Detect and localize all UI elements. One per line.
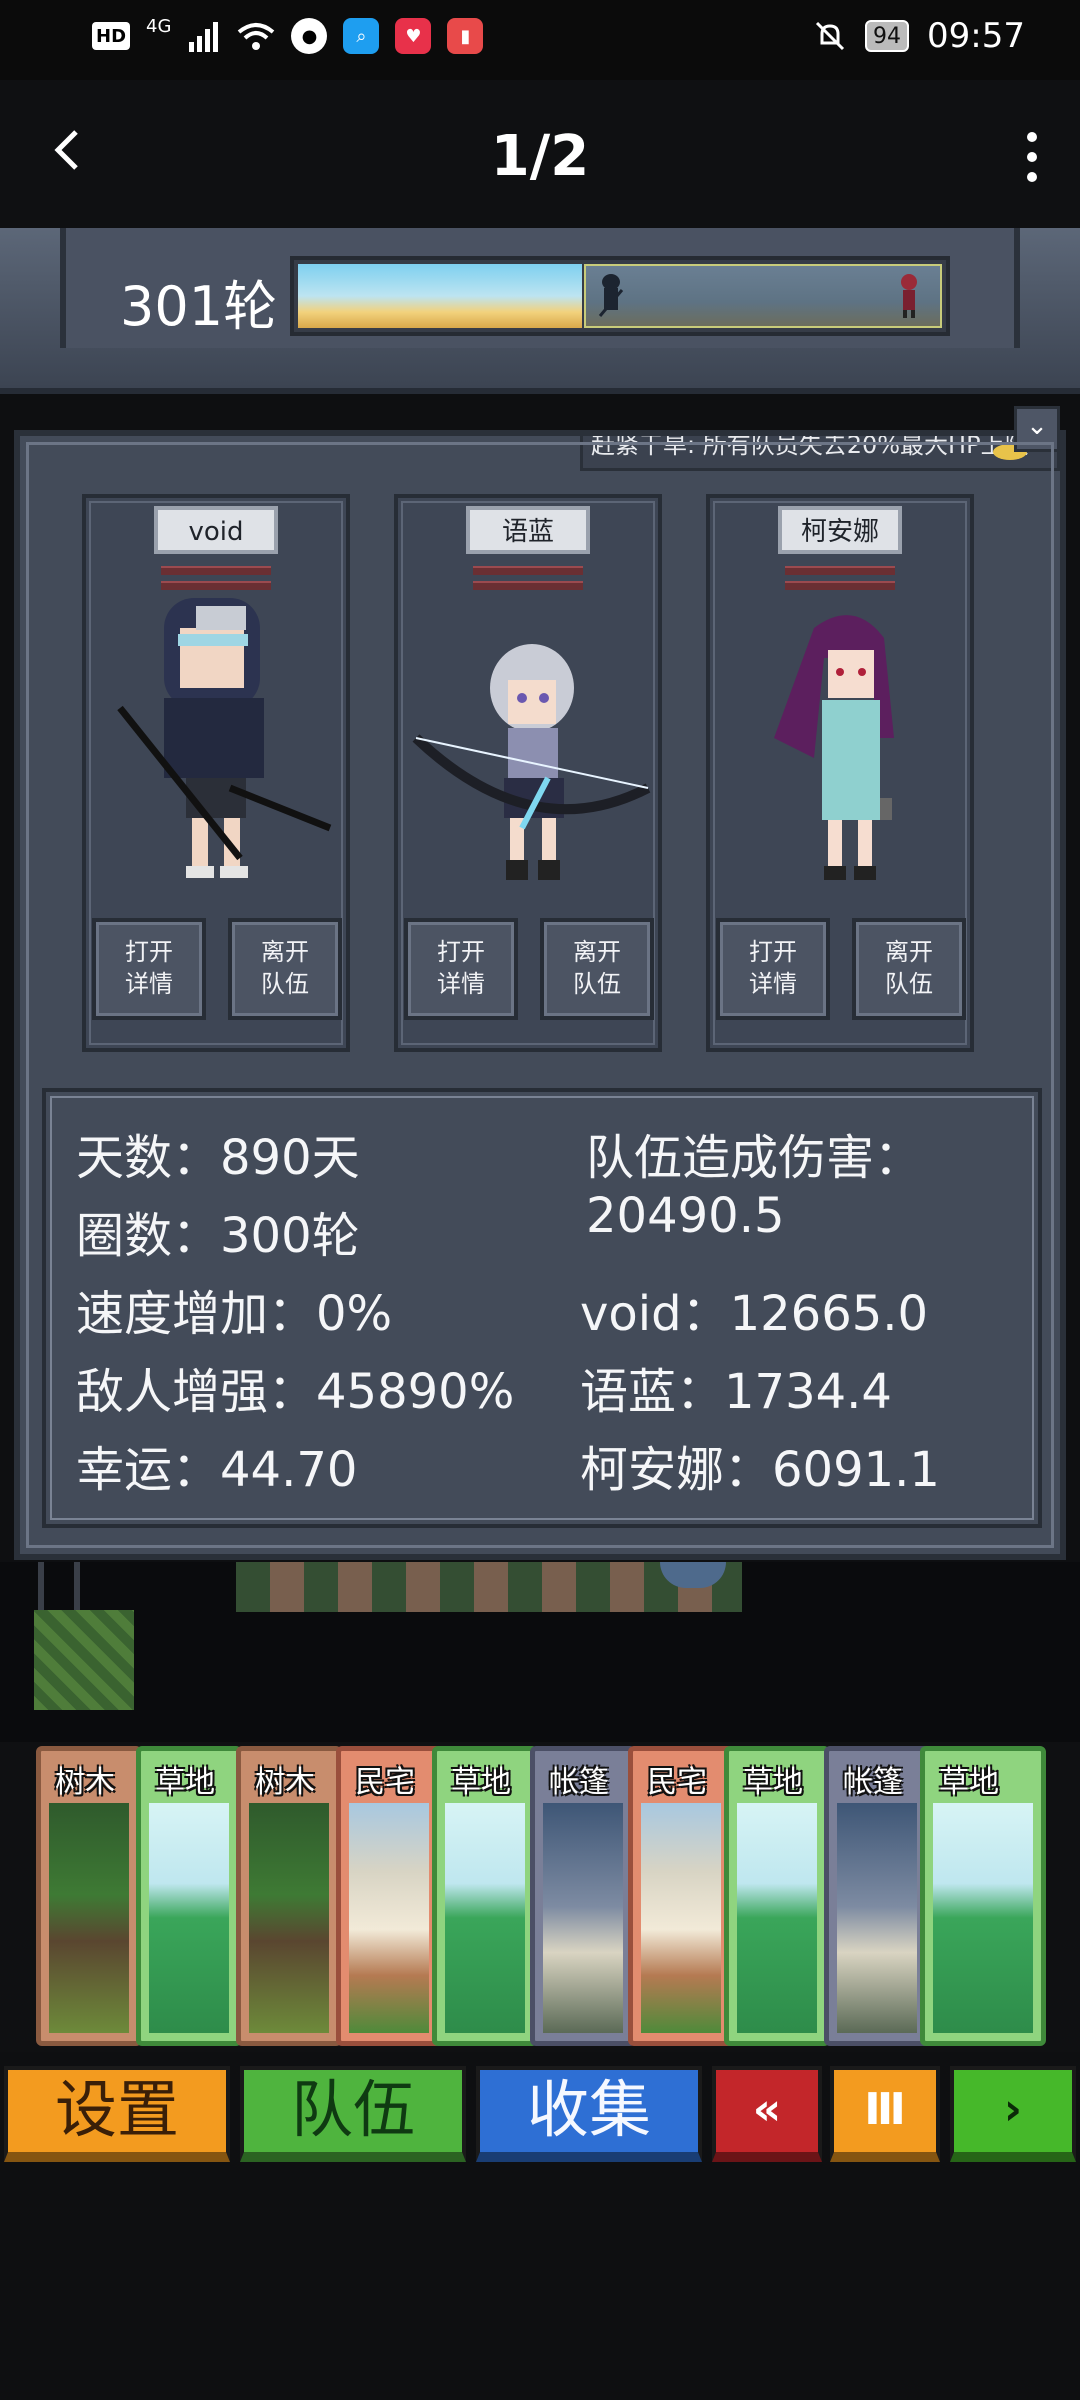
signal-icon [189,22,219,52]
event-notice: 赶紧干旱: 所有队员失去20%最大HP上限 [580,433,1060,471]
card-label: 帐篷 [549,1765,609,1800]
team-button[interactable]: 队伍 [240,2066,466,2162]
card-art [737,1803,817,2033]
card-art [349,1803,429,2033]
team-damage-value: 20490.5 [586,1188,785,1244]
round-progress-fill [298,264,582,328]
card-label: 草地 [743,1765,803,1800]
play-button[interactable]: › [950,2066,1076,2162]
member-card-keanna: 柯安娜 打开 详情 离开 队伍 [706,494,974,1052]
wifi-icon [238,23,275,50]
card-art [249,1803,329,2033]
mute-bell-icon [815,21,845,51]
member-name: 柯安娜 [778,506,902,554]
collect-button[interactable]: 收集 [476,2066,702,2162]
open-details-button[interactable]: 打开 详情 [716,918,830,1020]
search-app-icon: ⌕ [343,18,380,54]
round-banner: 301轮 [0,228,1080,394]
page-title: 1/2 [490,124,590,189]
app-bar: 1/2 [0,80,1080,230]
card-grass[interactable]: 草地 [920,1746,1046,2046]
team-panel: 赶紧干旱: 所有队员失去20%最大HP上限 ⌄ void 打开 详情 离开 队伍… [14,406,1066,1560]
round-remaining-track [584,264,942,328]
enemy-sprite-icon [598,274,624,317]
tree-tile [34,1610,134,1710]
card-label: 树木 [55,1765,115,1800]
leave-team-button[interactable]: 离开 队伍 [228,918,342,1020]
member-card-yulan: 语蓝 打开 详情 离开 队伍 [394,494,662,1052]
team-stats-box: 天数：890天 圈数：300轮 速度增加：0% 敌人增强：45890% 幸运：4… [42,1088,1042,1528]
card-art [445,1803,525,2033]
keanna-damage-stat: 柯安娜：6091.1 [580,1442,940,1498]
card-house[interactable]: 民宅 [628,1746,734,2046]
card-label: 帐篷 [843,1765,903,1800]
card-wood[interactable]: 树木 [236,1746,342,2046]
settings-button[interactable]: 设置 [4,2066,230,2162]
card-art [837,1803,917,2033]
member-name: void [154,506,278,554]
card-grass[interactable]: 草地 [432,1746,538,2046]
card-hand: 树木 草地 树木 民宅 草地 帐篷 民宅 草地 帐篷 草地 [0,1742,1080,2052]
rewind-button[interactable]: « [712,2066,822,2162]
card-label: 草地 [939,1765,999,1800]
yulan-damage-stat: 语蓝：1734.4 [580,1364,892,1420]
loop-map [0,1562,1080,1752]
card-label: 草地 [155,1765,215,1800]
collapse-chevron-icon[interactable]: ⌄ [1014,406,1060,452]
card-label: 民宅 [647,1765,707,1800]
heart-app-icon: ♥ [395,18,432,54]
keanna-portrait [774,615,894,880]
more-options-icon[interactable] [1022,132,1042,182]
lamp-post [38,1562,80,1610]
clock: 09:57 [927,16,1025,56]
member-name: 语蓝 [466,506,590,554]
enemy-boost-stat: 敌人增强：45890% [76,1364,515,1420]
event-notice-text: 赶紧干旱: 所有队员失去20%最大HP上限 [591,433,1029,459]
pause-button[interactable]: Ⅲ [830,2066,940,2162]
card-house[interactable]: 民宅 [336,1746,442,2046]
card-wood[interactable]: 树木 [36,1746,142,2046]
card-label: 树木 [255,1765,315,1800]
luck-stat: 幸运：44.70 [76,1442,358,1498]
card-label: 草地 [451,1765,511,1800]
hd-icon: HD [92,22,131,50]
signal-label: 4G [146,15,172,37]
card-tent[interactable]: 帐篷 [824,1746,930,2046]
card-art [149,1803,229,2033]
days-stat: 天数：890天 [76,1130,360,1186]
card-grass[interactable]: 草地 [724,1746,830,2046]
yulan-portrait [412,644,651,880]
book-app-icon: ▮ [447,18,484,54]
round-label: 301轮 [120,275,278,338]
team-damage-label: 队伍造成伤害： [586,1130,923,1186]
round-progress-track [290,256,950,336]
battery-icon: 94 [865,20,910,52]
leave-team-button[interactable]: 离开 队伍 [852,918,966,1020]
open-details-button[interactable]: 打开 详情 [92,918,206,1020]
void-damage-stat: void：12665.0 [580,1286,929,1342]
speed-stat: 速度增加：0% [76,1286,393,1342]
card-grass[interactable]: 草地 [136,1746,242,2046]
card-label: 民宅 [355,1765,415,1800]
member-card-void: void 打开 详情 离开 队伍 [82,494,350,1052]
card-art [641,1803,721,2033]
card-art [543,1803,623,2033]
card-art [933,1803,1033,2033]
laps-stat: 圈数：300轮 [76,1208,360,1264]
status-bar: HD 4G ● ⌕ ♥ ▮ 94 09:57 [0,0,1080,80]
void-portrait [117,598,332,878]
card-tent[interactable]: 帐篷 [530,1746,636,2046]
leave-team-button[interactable]: 离开 队伍 [540,918,654,1020]
app-ball-icon: ● [291,18,328,54]
hero-sprite-icon [901,274,917,318]
open-details-button[interactable]: 打开 详情 [404,918,518,1020]
card-art [49,1803,129,2033]
